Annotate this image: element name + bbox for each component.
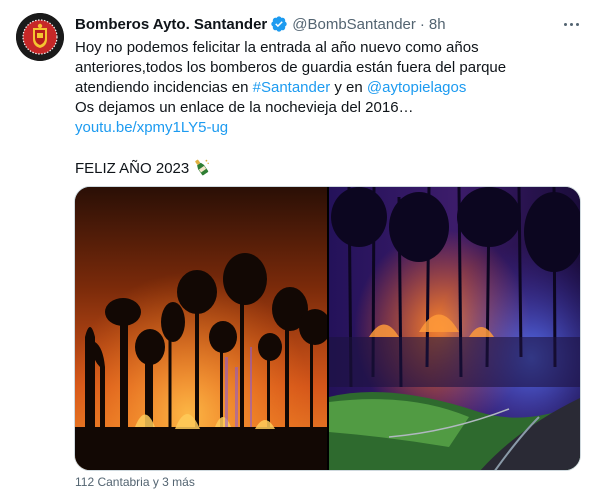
author-handle[interactable]: @BombSantander xyxy=(292,16,416,33)
tweet-header: Bomberos Ayto. Santander @BombSantander … xyxy=(75,14,446,34)
tweet-line-3-text: atendiendo incidencias en xyxy=(75,79,253,96)
youtube-link[interactable]: youtu.be/xpmy1LY5-ug xyxy=(75,119,228,136)
greeting-text: FELIZ AÑO 2023 xyxy=(75,160,190,177)
hashtag-link[interactable]: #Santander xyxy=(253,79,331,96)
verified-badge-icon xyxy=(271,16,287,32)
author-name[interactable]: Bomberos Ayto. Santander xyxy=(75,16,267,33)
tweet-line-4: Os dejamos un enlace de la nochevieja de… xyxy=(75,99,414,116)
tweet-line-1: Hoy no podemos felicitar la entrada al a… xyxy=(75,39,479,56)
forest-fire-blue-lights-photo[interactable] xyxy=(329,187,581,471)
avatar[interactable] xyxy=(16,13,64,61)
fire-department-crest-icon xyxy=(16,13,64,61)
more-options-icon[interactable] xyxy=(561,14,581,34)
mention-link[interactable]: @aytopielagos xyxy=(367,79,466,96)
tweet-line-2: anteriores,todos los bomberos de guardia… xyxy=(75,59,507,76)
separator-dot: · xyxy=(419,15,425,33)
forest-fire-night-photo[interactable] xyxy=(75,187,327,471)
timestamp[interactable]: 8h xyxy=(429,16,446,33)
tweet-text: Hoy no podemos felicitar la entrada al a… xyxy=(75,38,575,178)
tweet-greeting-line: FELIZ AÑO 2023 xyxy=(75,158,575,178)
tweet-line-3-mid: y en xyxy=(330,79,367,96)
champagne-bottle-emoji xyxy=(195,159,210,176)
tweet[interactable]: Bomberos Ayto. Santander @BombSantander … xyxy=(0,0,595,498)
tweet-line-3: atendiendo incidencias en #Santander y e… xyxy=(75,78,575,98)
tagged-users[interactable]: 112 Cantabria y 3 más xyxy=(75,475,195,489)
media-grid[interactable] xyxy=(74,186,581,471)
